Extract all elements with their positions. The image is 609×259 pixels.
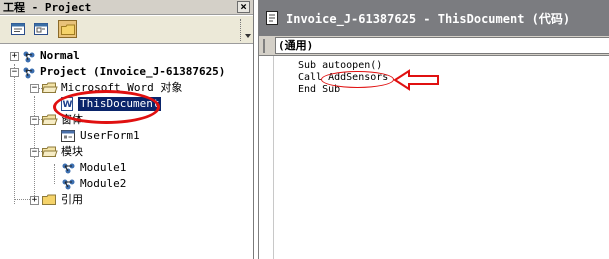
project-tree: + Normal − Project (Invoice_J-61387625) … — [0, 44, 253, 259]
folder-open-icon — [42, 114, 58, 125]
collapse-icon[interactable]: − — [10, 68, 19, 77]
tree-item-label: UserForm1 — [80, 129, 140, 142]
view-object-icon — [33, 23, 48, 35]
collapse-icon[interactable]: − — [30, 148, 39, 157]
folder-open-icon — [42, 82, 58, 93]
combo-grip — [263, 39, 265, 53]
tree-item-label: Module2 — [80, 177, 127, 190]
tree-item-label: 模块 — [61, 145, 83, 158]
tree-item-label: Normal — [40, 49, 80, 62]
project-toolbar — [0, 16, 253, 44]
object-dropdown[interactable]: (通用) — [275, 37, 609, 54]
collapse-icon[interactable]: − — [30, 84, 39, 93]
userform-icon — [61, 130, 75, 142]
vba-project-icon — [23, 67, 35, 79]
margin-indicator-bar — [273, 56, 274, 259]
expand-icon[interactable]: + — [30, 196, 39, 205]
tree-item-project[interactable]: − Project (Invoice_J-61387625) — [0, 65, 253, 79]
toggle-folders-button[interactable] — [58, 20, 77, 38]
tree-item-module1[interactable]: Module1 — [0, 161, 253, 175]
chevron-down-icon[interactable] — [245, 34, 251, 38]
close-icon[interactable]: × — [237, 1, 250, 13]
project-explorer-panel: 工程 - Project × + Normal − Project (Invoi… — [0, 0, 254, 259]
collapse-icon[interactable]: − — [30, 116, 39, 125]
code-window-titlebar: Invoice_J-61387625 - ThisDocument (代码) — [259, 0, 609, 36]
folder-icon — [60, 24, 75, 35]
tree-item-modules[interactable]: − 模块 — [0, 145, 253, 159]
tree-item-label: Module1 — [80, 161, 127, 174]
annotation-arrow-icon — [393, 69, 439, 91]
code-line: Sub autoopen() — [298, 60, 383, 71]
project-panel-title: 工程 - Project — [0, 0, 253, 15]
tree-item-label: 引用 — [61, 193, 83, 206]
view-code-button[interactable] — [8, 20, 27, 38]
tree-item-label: Project (Invoice_J-61387625) — [40, 65, 226, 78]
annotation-circle — [321, 71, 394, 88]
code-document-icon — [266, 11, 278, 25]
tree-item-module2[interactable]: Module2 — [0, 177, 253, 191]
code-window: Invoice_J-61387625 - ThisDocument (代码) (… — [258, 0, 609, 259]
folder-open-icon — [42, 146, 58, 157]
tree-item-normal[interactable]: + Normal — [0, 49, 253, 63]
expand-icon[interactable]: + — [10, 52, 19, 61]
annotation-circle — [53, 90, 160, 124]
view-object-button[interactable] — [31, 20, 50, 38]
vba-project-icon — [23, 51, 35, 63]
code-combo-bar: (通用) — [259, 36, 609, 56]
tree-item-userform1[interactable]: UserForm1 — [0, 129, 253, 143]
tree-item-references[interactable]: + 引用 — [0, 193, 253, 207]
module-icon — [62, 179, 75, 190]
folder-icon — [42, 194, 56, 205]
code-window-title: Invoice_J-61387625 - ThisDocument (代码) — [286, 12, 571, 26]
module-icon — [62, 163, 75, 174]
view-code-icon — [10, 23, 25, 35]
